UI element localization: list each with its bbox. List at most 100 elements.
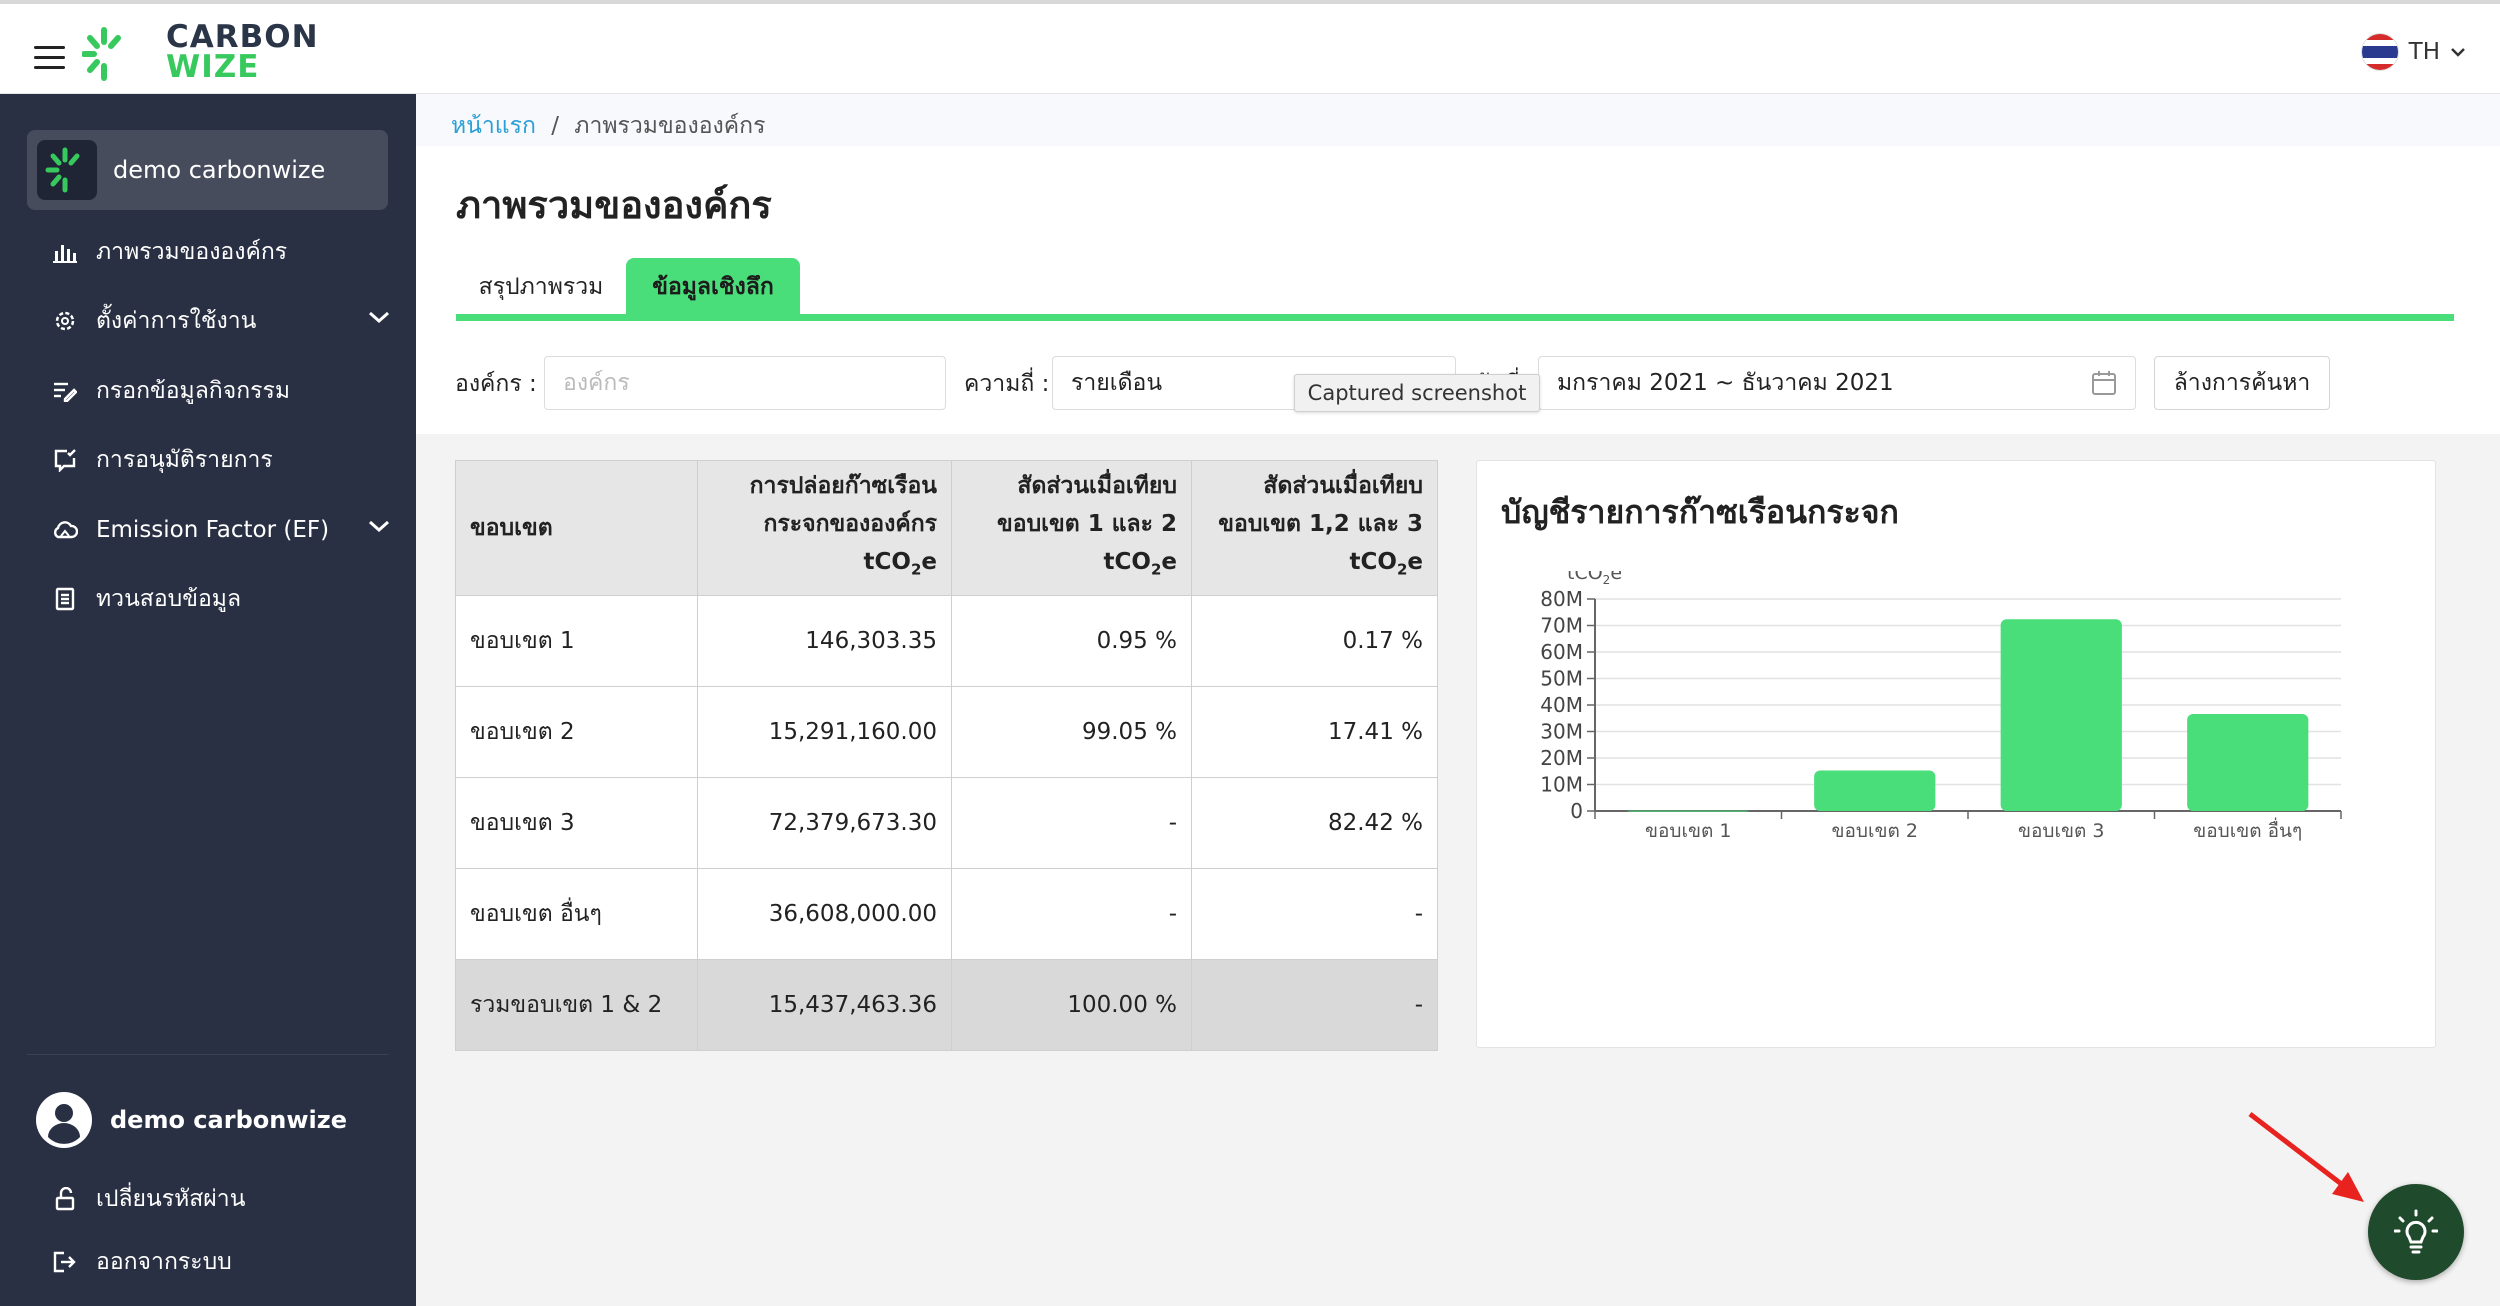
breadcrumb: หน้าแรก / ภาพรวมขององค์กร bbox=[451, 108, 765, 144]
cell-ratio123: 0.17 % bbox=[1191, 595, 1438, 687]
chart-bar bbox=[1814, 770, 1936, 811]
annotation-arrow-icon bbox=[2248, 1112, 2364, 1202]
sidebar-item-approval[interactable]: การอนุมัติรายการ bbox=[50, 435, 390, 485]
cell-emission: 15,437,463.36 bbox=[697, 959, 952, 1051]
ghg-bar-chart: tCO2e 010M 20M30M 40M50M 60M70M 80M ขอบเขต 1 ขอ… bbox=[1540, 571, 2342, 842]
y-tick-label: 60M bbox=[1540, 640, 1583, 664]
calendar-icon bbox=[2092, 371, 2116, 395]
user-profile[interactable]: demo carbonwize bbox=[36, 1092, 347, 1148]
cell-ratio12: 99.05 % bbox=[951, 686, 1192, 778]
language-code: TH bbox=[2408, 39, 2440, 65]
user-avatar-icon bbox=[36, 1092, 92, 1148]
sidebar-item-settings[interactable]: ตั้งค่าการใช้งาน bbox=[50, 296, 390, 346]
cell-scope: ขอบเขต อื่นๆ bbox=[455, 868, 698, 960]
y-tick-label: 70M bbox=[1540, 614, 1583, 638]
tips-button[interactable] bbox=[2368, 1184, 2464, 1280]
sidebar: demo carbonwize ภาพรวมขององค์กร ตั้งค่าก… bbox=[0, 94, 416, 1306]
y-tick-label: 30M bbox=[1540, 720, 1583, 744]
chart-bar bbox=[1627, 810, 1749, 812]
x-tick-label: ขอบเขต อื่นๆ bbox=[2193, 817, 2302, 842]
sidebar-item-label: ตั้งค่าการใช้งาน bbox=[96, 308, 257, 334]
date-range-value: มกราคม 2021 ~ ธันวาคม 2021 bbox=[1557, 370, 1894, 396]
thai-flag-icon bbox=[2360, 33, 2399, 71]
gear-icon bbox=[50, 306, 80, 336]
y-axis-label: tCO2e bbox=[1567, 571, 1622, 587]
cell-ratio123: - bbox=[1191, 959, 1438, 1051]
cloud-icon bbox=[50, 515, 80, 545]
approve-icon bbox=[50, 445, 80, 475]
sidebar-item-verification[interactable]: ทวนสอบข้อมูล bbox=[50, 574, 390, 624]
logout-label: ออกจากระบบ bbox=[96, 1249, 232, 1275]
document-icon bbox=[50, 584, 80, 614]
cell-ratio123: 17.41 % bbox=[1191, 686, 1438, 778]
tab-underline bbox=[456, 314, 2454, 321]
carbonwize-logo-icon bbox=[82, 27, 121, 81]
clear-search-button[interactable]: ล้างการค้นหา bbox=[2154, 356, 2330, 410]
cell-ratio12: 0.95 % bbox=[951, 595, 1192, 687]
tab-insights[interactable]: ข้อมูลเชิงลึก bbox=[626, 258, 800, 316]
table-row: ขอบเขต อื่นๆ 36,608,000.00 - - bbox=[455, 868, 1438, 960]
x-tick-label: ขอบเขต 3 bbox=[2018, 820, 2104, 842]
header-emission-line2: กระจกขององค์กร bbox=[763, 511, 937, 538]
chart-title: บัญชีรายการก๊าซเรือนกระจก bbox=[1501, 493, 1899, 531]
y-tick-label: 40M bbox=[1540, 693, 1583, 717]
header-ratio12-line2: ขอบเขต 1 และ 2 bbox=[997, 511, 1177, 538]
org-logo-icon bbox=[37, 140, 97, 200]
breadcrumb-home[interactable]: หน้าแรก bbox=[451, 113, 536, 139]
sidebar-item-label: ทวนสอบข้อมูล bbox=[96, 586, 242, 612]
header-emission-unit: tCO2e bbox=[863, 549, 937, 579]
table-row: ขอบเขต 1 146,303.35 0.95 % 0.17 % bbox=[455, 595, 1438, 687]
menu-icon[interactable] bbox=[34, 46, 65, 69]
header-ratio-scope12: สัดส่วนเมื่อเทียบ ขอบเขต 1 และ 2 tCO2e bbox=[951, 460, 1192, 596]
org-filter-label: องค์กร : bbox=[455, 371, 537, 397]
frequency-filter-label: ความถี่ : bbox=[964, 371, 1050, 397]
cell-scope: ขอบเขต 2 bbox=[455, 686, 698, 778]
screenshot-tooltip: Captured screenshot bbox=[1294, 374, 1540, 412]
sidebar-item-label: การอนุมัติรายการ bbox=[96, 447, 273, 473]
y-tick-label: 80M bbox=[1540, 587, 1583, 611]
logout-link[interactable]: ออกจากระบบ bbox=[50, 1237, 390, 1287]
sidebar-item-emission-factor[interactable]: Emission Factor (EF) bbox=[50, 505, 390, 555]
org-card[interactable]: demo carbonwize bbox=[27, 130, 388, 210]
logo-text-carbon: CARBON bbox=[166, 19, 319, 55]
sidebar-item-overview[interactable]: ภาพรวมขององค์กร bbox=[50, 227, 390, 277]
header-ratio123-line2: ขอบเขต 1,2 และ 3 bbox=[1218, 511, 1423, 538]
x-tick-label: ขอบเขต 2 bbox=[1832, 820, 1918, 842]
bar-chart-icon bbox=[50, 237, 80, 267]
tab-summary[interactable]: สรุปภาพรวม bbox=[466, 258, 616, 316]
frequency-select-value: รายเดือน bbox=[1071, 370, 1163, 396]
cell-scope: รวมขอบเขต 1 & 2 bbox=[455, 959, 698, 1051]
org-filter-input[interactable]: องค์กร bbox=[544, 356, 946, 410]
sidebar-item-activity-data[interactable]: กรอกข้อมูลกิจกรรม bbox=[50, 366, 390, 416]
chevron-down-icon bbox=[369, 311, 389, 324]
top-bar: CARBON WIZE TH bbox=[0, 0, 2500, 94]
language-selector[interactable]: TH bbox=[2360, 32, 2466, 72]
user-name: demo carbonwize bbox=[110, 1106, 347, 1134]
cell-scope: ขอบเขต 3 bbox=[455, 777, 698, 869]
header-ratio123-line1: สัดส่วนเมื่อเทียบ bbox=[1263, 473, 1423, 500]
header-ratio-scope123: สัดส่วนเมื่อเทียบ ขอบเขต 1,2 และ 3 tCO2e bbox=[1191, 460, 1438, 596]
cell-ratio123: 82.42 % bbox=[1191, 777, 1438, 869]
breadcrumb-current: ภาพรวมขององค์กร bbox=[574, 113, 766, 139]
header-emission: การปล่อยก๊าซเรือน กระจกขององค์กร tCO2e bbox=[697, 460, 952, 596]
change-password-link[interactable]: เปลี่ยนรหัสผ่าน bbox=[50, 1174, 390, 1224]
edit-list-icon bbox=[50, 376, 80, 406]
chart-bar bbox=[2187, 713, 2309, 811]
x-tick-label: ขอบเขต 1 bbox=[1645, 820, 1731, 842]
header-ratio12-line1: สัดส่วนเมื่อเทียบ bbox=[1017, 473, 1177, 500]
cell-scope: ขอบเขต 1 bbox=[455, 595, 698, 687]
header-ratio123-unit: tCO2e bbox=[1349, 549, 1423, 579]
scope-emission-table: ขอบเขต การปล่อยก๊าซเรือน กระจกขององค์กร … bbox=[455, 460, 1438, 1051]
cell-emission: 72,379,673.30 bbox=[697, 777, 952, 869]
sidebar-item-label: Emission Factor (EF) bbox=[96, 517, 330, 543]
header-ratio12-unit: tCO2e bbox=[1103, 549, 1177, 579]
cell-emission: 36,608,000.00 bbox=[697, 868, 952, 960]
date-range-picker[interactable]: มกราคม 2021 ~ ธันวาคม 2021 bbox=[1538, 356, 2136, 410]
cell-ratio12: - bbox=[951, 777, 1192, 869]
table-total-row: รวมขอบเขต 1 & 2 15,437,463.36 100.00 % - bbox=[455, 959, 1438, 1051]
cell-ratio123: - bbox=[1191, 868, 1438, 960]
table-row: ขอบเขต 2 15,291,160.00 99.05 % 17.41 % bbox=[455, 686, 1438, 778]
table-row: ขอบเขต 3 72,379,673.30 - 82.42 % bbox=[455, 777, 1438, 869]
sidebar-item-label: กรอกข้อมูลกิจกรรม bbox=[96, 378, 291, 404]
sidebar-divider bbox=[27, 1054, 388, 1055]
